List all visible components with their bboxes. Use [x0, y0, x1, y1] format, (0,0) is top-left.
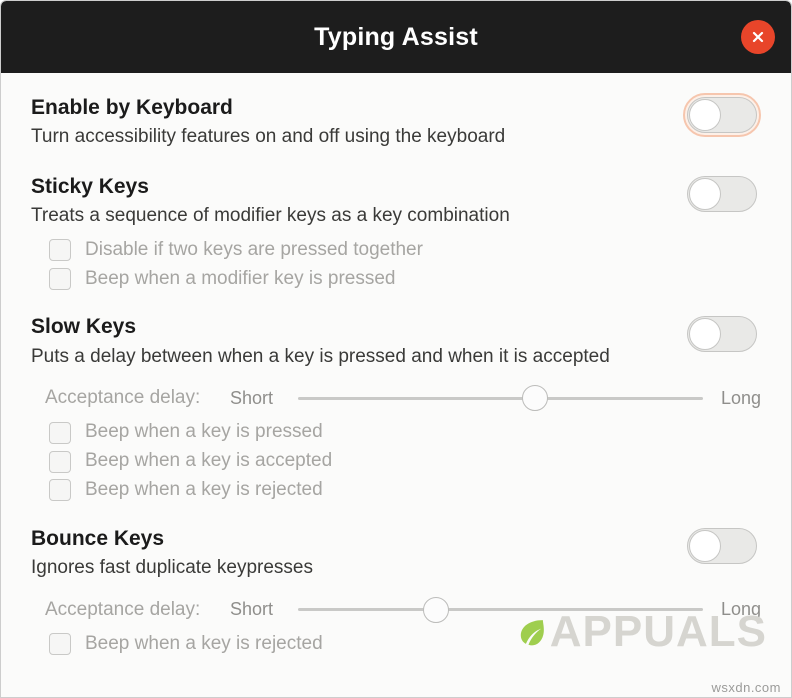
checkbox-row[interactable]: Beep when a modifier key is pressed	[49, 268, 761, 291]
page-title: Typing Assist	[314, 22, 478, 51]
slider-label: Acceptance delay:	[45, 598, 201, 620]
checkbox-beep-key-rejected[interactable]	[49, 479, 71, 502]
slider-bounce-keys[interactable]	[298, 596, 703, 623]
toggle-bounce-keys[interactable]	[687, 527, 757, 564]
checkbox-row[interactable]: Beep when a key is accepted	[49, 450, 761, 473]
section-bounce-keys: Bounce Keys Ignores fast duplicate keypr…	[31, 526, 761, 656]
checkbox-row[interactable]: Beep when a key is pressed	[49, 421, 761, 444]
toggle-slow-keys[interactable]	[687, 316, 757, 353]
toggle-knob	[689, 177, 721, 210]
checkbox-label: Beep when a key is accepted	[85, 450, 333, 472]
section-text: Bounce Keys Ignores fast duplicate keypr…	[31, 526, 667, 581]
section-title: Slow Keys	[31, 315, 137, 339]
bounce-keys-acceptance-delay-row: Acceptance delay: Short Long	[31, 596, 761, 623]
toggle-enable-by-keyboard-focus-ring	[683, 93, 761, 137]
slider-track	[298, 608, 703, 612]
section-sticky-keys: Sticky Keys Treats a sequence of modifie…	[31, 174, 761, 291]
checkbox-beep-key-pressed[interactable]	[49, 421, 71, 444]
slider-handle[interactable]	[521, 385, 548, 412]
sticky-keys-options: Disable if two keys are pressed together…	[31, 239, 761, 291]
section-enable-by-keyboard: Enable by Keyboard Turn accessibility fe…	[31, 93, 761, 150]
checkbox-row[interactable]: Beep when a key is rejected	[49, 479, 761, 502]
toggle-enable-by-keyboard[interactable]	[687, 97, 757, 133]
section-text: Sticky Keys Treats a sequence of modifie…	[31, 174, 667, 229]
checkbox-label: Beep when a key is rejected	[85, 479, 323, 500]
slider-min-label: Short	[230, 387, 274, 408]
section-text: Enable by Keyboard Turn accessibility fe…	[31, 95, 667, 150]
section-title: Enable by Keyboard	[31, 96, 233, 119]
toggle-knob	[689, 99, 721, 131]
toggle-knob	[689, 318, 721, 351]
checkbox-beep-key-accepted[interactable]	[49, 450, 71, 473]
window-titlebar: Typing Assist	[1, 1, 791, 73]
section-description: Ignores fast duplicate keypresses	[31, 557, 313, 579]
toggle-sticky-keys[interactable]	[687, 175, 757, 212]
section-title: Sticky Keys	[31, 174, 149, 198]
checkbox-bounce-beep-key-rejected[interactable]	[49, 633, 71, 656]
section-header: Enable by Keyboard Turn accessibility fe…	[31, 93, 761, 150]
slider-label: Acceptance delay:	[45, 387, 201, 409]
watermark-corner: wsxdn.com	[711, 680, 781, 695]
slow-keys-acceptance-delay-row: Acceptance delay: Short Long	[31, 385, 761, 412]
checkbox-disable-two-keys[interactable]	[49, 239, 71, 262]
checkbox-row[interactable]: Beep when a key is rejected	[49, 633, 761, 656]
close-button[interactable]	[741, 20, 775, 54]
bounce-keys-options: Beep when a key is rejected	[31, 633, 761, 656]
section-description: Puts a delay between when a key is press…	[31, 345, 610, 367]
toggle-slow-keys-wrap	[683, 312, 761, 356]
settings-content: Enable by Keyboard Turn accessibility fe…	[1, 73, 791, 697]
slider-min-label: Short	[230, 599, 274, 620]
typing-assist-window: Typing Assist Enable by Keyboard Turn ac…	[0, 0, 792, 698]
checkbox-label: Beep when a modifier key is pressed	[85, 267, 396, 289]
checkbox-label: Disable if two keys are pressed together	[85, 238, 423, 260]
slider-track	[298, 396, 703, 400]
section-description: Treats a sequence of modifier keys as a …	[31, 205, 510, 227]
section-description: Turn accessibility features on and off u…	[31, 126, 506, 148]
section-header: Sticky Keys Treats a sequence of modifie…	[31, 174, 761, 229]
slider-slow-keys[interactable]	[298, 385, 703, 412]
close-icon	[752, 31, 764, 43]
slow-keys-options: Beep when a key is pressed Beep when a k…	[31, 421, 761, 502]
slider-max-label: Long	[720, 599, 761, 620]
checkbox-row[interactable]: Disable if two keys are pressed together	[49, 239, 761, 262]
toggle-sticky-keys-wrap	[683, 172, 761, 216]
slider-max-label: Long	[720, 387, 761, 408]
section-header: Bounce Keys Ignores fast duplicate keypr…	[31, 526, 761, 581]
toggle-knob	[689, 529, 721, 562]
checkbox-beep-modifier-key[interactable]	[49, 268, 71, 291]
section-text: Slow Keys Puts a delay between when a ke…	[31, 314, 667, 369]
checkbox-label: Beep when a key is pressed	[85, 421, 323, 443]
slider-handle[interactable]	[423, 596, 450, 623]
toggle-bounce-keys-wrap	[683, 524, 761, 568]
checkbox-label: Beep when a key is rejected	[85, 632, 323, 654]
section-slow-keys: Slow Keys Puts a delay between when a ke…	[31, 314, 761, 502]
section-header: Slow Keys Puts a delay between when a ke…	[31, 314, 761, 369]
section-title: Bounce Keys	[31, 526, 165, 550]
